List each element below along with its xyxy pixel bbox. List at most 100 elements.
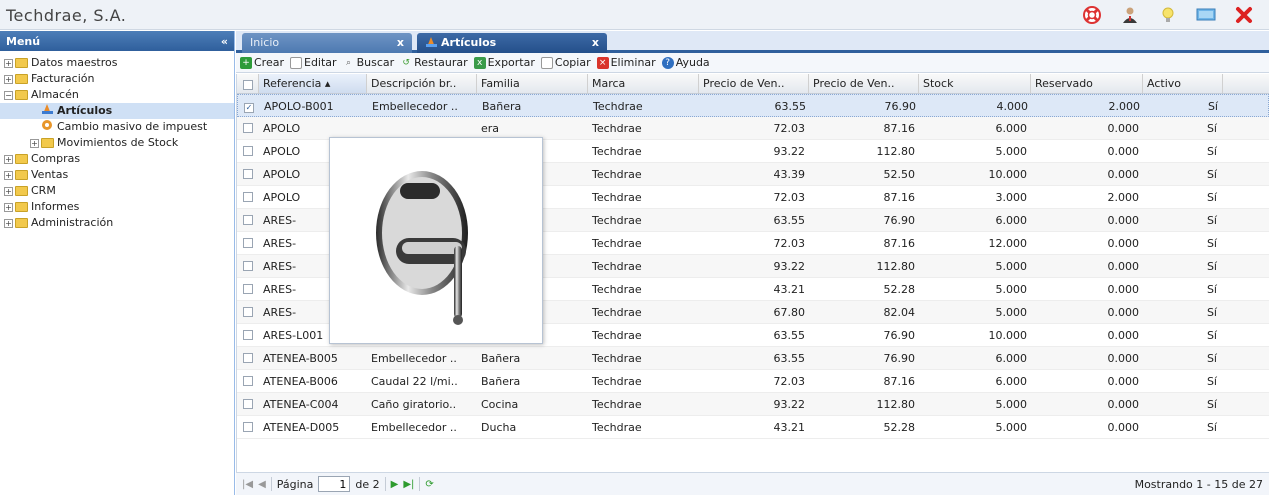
column-header-reservado[interactable]: Reservado [1031,74,1143,93]
expand-icon[interactable]: + [4,218,13,228]
cell-res: 2.000 [1108,100,1141,113]
row-checkbox[interactable] [237,117,259,139]
company-name: Techdrae, S.A. [6,6,127,25]
cell-fam: Bañera [481,352,521,365]
row-checkbox[interactable] [237,416,259,438]
page-number-input[interactable] [318,476,351,492]
cell-act: Sí [1206,375,1217,388]
tab-inicio[interactable]: Inicio x [242,33,412,53]
row-checkbox[interactable] [237,232,259,254]
sidebar-item-compras[interactable]: + Compras [0,151,234,167]
cell-stock: 5.000 [995,398,1028,411]
refresh-icon[interactable]: ⟳ [425,479,433,490]
row-checkbox[interactable] [237,163,259,185]
table-row[interactable]: ATENEA-B005 Embellecedor .. Bañera Techdrae… [237,347,1269,370]
next-page-icon[interactable]: ▶ [391,479,399,490]
table-row[interactable]: ATENEA-D005 Embellecedor .. Ducha Techdrae 4… [237,416,1269,439]
column-header-precio-venta-1[interactable]: Precio de Ven.. [699,74,809,93]
row-checkbox[interactable] [237,370,259,392]
sidebar-item-informes[interactable]: + Informes [0,199,234,215]
column-header-marca[interactable]: Marca [588,74,699,93]
sidebar-item-crm[interactable]: + CRM [0,183,234,199]
folder-icon [15,154,28,164]
buscar-button[interactable]: ⌕ Buscar [343,56,394,69]
sidebar-item-movimientos-stock[interactable]: + Movimientos de Stock [0,135,234,151]
collapse-icon[interactable]: « [221,35,228,48]
cell-marca: Techdrae [592,306,642,319]
row-checkbox[interactable] [237,186,259,208]
close-x-icon[interactable] [1233,4,1255,26]
ayuda-button[interactable]: ? Ayuda [661,56,710,69]
search-icon: ⌕ [346,57,352,68]
expand-icon[interactable]: + [4,170,13,180]
sidebar-item-almacen[interactable]: − Almacén [0,87,234,103]
monitor-icon[interactable] [1195,4,1217,26]
cell-pv2: 82.04 [883,306,916,319]
lifebuoy-icon[interactable] [1081,4,1103,26]
row-checkbox[interactable] [237,278,259,300]
row-checkbox[interactable] [237,347,259,369]
expand-icon[interactable]: + [4,154,13,164]
column-header-precio-venta-2[interactable]: Precio de Ven.. [809,74,919,93]
expand-icon[interactable]: + [4,202,13,212]
eliminar-button[interactable]: × Eliminar [596,56,656,69]
tab-close-icon[interactable]: x [592,36,599,49]
expand-icon[interactable]: + [4,186,13,196]
row-checkbox[interactable] [237,255,259,277]
column-header-referencia[interactable]: Referencia ▴ [259,74,367,93]
restaurar-button[interactable]: ↺ Restaurar [400,56,467,69]
column-header-activo[interactable]: Activo [1143,74,1223,93]
cell-stock: 6.000 [995,122,1028,135]
cell-stock: 6.000 [995,352,1028,365]
cell-act: Sí [1206,260,1217,273]
cell-stock: 5.000 [995,306,1028,319]
articles-icon [426,37,437,47]
column-header-familia[interactable]: Familia [477,74,588,93]
sidebar: Menú « + Datos maestros + Facturación − Alm… [0,31,235,495]
sidebar-item-cambio-masivo[interactable]: Cambio masivo de impuest [0,119,234,135]
editar-button[interactable]: Editar [290,56,337,69]
cell-pv1: 93.22 [773,398,806,411]
sidebar-item-datos-maestros[interactable]: + Datos maestros [0,55,234,71]
first-page-icon[interactable]: |◀ [242,479,253,490]
table-row[interactable]: ATENEA-B006 Caudal 22 l/mi.. Bañera Techdra… [237,370,1269,393]
row-checkbox[interactable] [237,140,259,162]
row-checkbox[interactable] [237,209,259,231]
table-row[interactable]: ATENEA-C004 Caño giratorio.. Cocina Techdra… [237,393,1269,416]
sidebar-item-ventas[interactable]: + Ventas [0,167,234,183]
sidebar-item-administracion[interactable]: + Administración [0,215,234,231]
cell-res: 0.000 [1107,421,1140,434]
row-checkbox[interactable] [237,324,259,346]
last-page-icon[interactable]: ▶| [403,479,414,490]
expand-icon[interactable]: + [30,138,39,148]
tab-close-icon[interactable]: x [397,36,404,49]
copy-icon [540,56,553,69]
row-checkbox[interactable] [237,301,259,323]
help-icon: ? [661,56,674,69]
cell-stock: 3.000 [995,191,1028,204]
column-header-stock[interactable]: Stock [919,74,1031,93]
prev-page-icon[interactable]: ◀ [258,479,266,490]
cell-pv1: 63.55 [773,214,806,227]
tab-label: Inicio [250,36,280,49]
copiar-button[interactable]: Copiar [540,56,591,69]
cell-act: Sí [1206,237,1217,250]
lightbulb-icon[interactable] [1157,4,1179,26]
column-header-descripcion[interactable]: Descripción br.. [367,74,477,93]
sidebar-item-facturacion[interactable]: + Facturación [0,71,234,87]
cell-desc: Embellecedor .. [371,421,457,434]
exportar-button[interactable]: x Exportar [473,56,535,69]
expand-icon[interactable]: + [4,74,13,84]
crear-button[interactable]: + Crear [240,56,284,69]
table-row[interactable]: ✓ APOLO-B001 Embellecedor .. Bañera Techdrae… [237,94,1269,117]
expand-icon[interactable]: + [4,58,13,68]
sidebar-item-articulos[interactable]: Artículos [0,103,234,119]
cell-pv1: 43.39 [773,168,806,181]
select-all-checkbox[interactable] [237,74,259,93]
tab-articulos[interactable]: Artículos x [417,33,607,53]
cell-act: Sí [1206,306,1217,319]
collapse-node-icon[interactable]: − [4,90,13,100]
user-icon[interactable] [1119,4,1141,26]
row-checkbox[interactable] [237,393,259,415]
row-checkbox[interactable]: ✓ [238,95,260,116]
